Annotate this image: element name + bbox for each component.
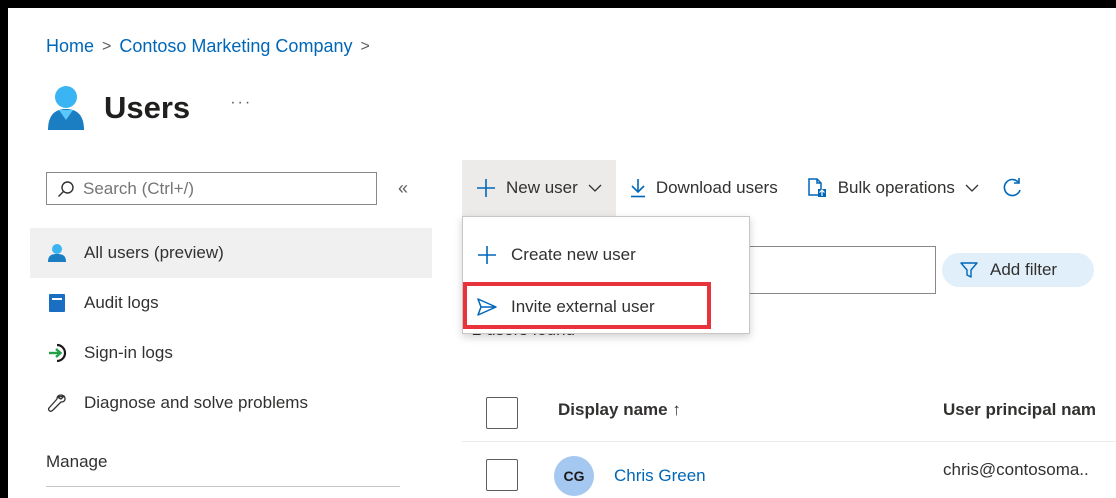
add-filter-button[interactable]: Add filter bbox=[942, 253, 1094, 287]
breadcrumb-company[interactable]: Contoso Marketing Company bbox=[119, 36, 352, 57]
refresh-icon bbox=[1001, 177, 1023, 199]
refresh-button[interactable] bbox=[993, 160, 1047, 216]
new-user-button[interactable]: New user bbox=[462, 160, 616, 216]
search-icon bbox=[58, 180, 74, 197]
sidebar-search[interactable] bbox=[46, 172, 377, 205]
select-all-checkbox[interactable] bbox=[486, 397, 518, 429]
sidebar-search-input[interactable] bbox=[83, 178, 353, 199]
section-heading-manage: Manage bbox=[46, 452, 108, 471]
page-header: Users ··· bbox=[46, 84, 252, 132]
column-header-display-name[interactable]: Display name ↑ bbox=[558, 400, 681, 420]
download-users-button[interactable]: Download users bbox=[616, 160, 792, 216]
search-users-input[interactable] bbox=[742, 246, 936, 294]
wrench-icon bbox=[46, 392, 68, 414]
avatar: CG bbox=[554, 456, 594, 496]
add-filter-label: Add filter bbox=[990, 260, 1058, 279]
new-user-label: New user bbox=[506, 178, 578, 197]
sign-in-icon bbox=[46, 342, 68, 364]
breadcrumb-home[interactable]: Home bbox=[46, 36, 94, 57]
plus-icon bbox=[477, 245, 497, 265]
sidebar-item-label: Diagnose and solve problems bbox=[84, 393, 308, 412]
row-checkbox[interactable] bbox=[486, 459, 518, 491]
user-icon bbox=[46, 242, 68, 264]
sidebar-item-audit-logs[interactable]: Audit logs bbox=[30, 278, 432, 328]
chevron-down-icon bbox=[965, 183, 979, 193]
sidebar-item-label: All users (preview) bbox=[84, 243, 224, 262]
filter-icon bbox=[960, 262, 978, 278]
plus-icon bbox=[476, 178, 496, 198]
user-icon bbox=[48, 86, 84, 130]
chevron-down-icon bbox=[588, 183, 602, 193]
sidebar-item-sign-in-logs[interactable]: Sign-in logs bbox=[30, 328, 432, 378]
sidebar-item-label: Audit logs bbox=[84, 293, 159, 312]
new-user-menu: Create new user Invite external user bbox=[462, 216, 750, 334]
create-new-user-menu-item[interactable]: Create new user bbox=[463, 229, 749, 281]
page-title: Users bbox=[104, 90, 191, 125]
user-principal-name: chris@contosoma.. bbox=[943, 460, 1089, 479]
more-options-button[interactable]: ··· bbox=[230, 94, 252, 112]
column-header-upn[interactable]: User principal nam bbox=[943, 400, 1096, 420]
divider bbox=[46, 486, 400, 487]
menu-item-label: Create new user bbox=[511, 245, 636, 264]
breadcrumb: Home > Contoso Marketing Company > bbox=[46, 36, 378, 57]
sidebar-item-diagnose[interactable]: Diagnose and solve problems bbox=[30, 378, 432, 428]
sidebar-item-label: Sign-in logs bbox=[84, 343, 173, 362]
collapse-sidebar-button[interactable]: « bbox=[398, 178, 408, 199]
bulk-operations-icon bbox=[806, 177, 828, 199]
bulk-operations-label: Bulk operations bbox=[837, 178, 955, 197]
bulk-operations-button[interactable]: Bulk operations bbox=[792, 160, 993, 216]
sidebar-item-all-users[interactable]: All users (preview) bbox=[30, 228, 432, 278]
users-page: Home > Contoso Marketing Company > Users… bbox=[8, 8, 1116, 498]
download-users-label: Download users bbox=[655, 178, 778, 197]
invite-external-user-menu-item[interactable]: Invite external user bbox=[463, 285, 749, 329]
command-bar: New user Download users Bulk operations bbox=[462, 160, 1047, 216]
audit-log-icon bbox=[46, 292, 68, 314]
user-display-name-link[interactable]: Chris Green bbox=[614, 466, 706, 486]
breadcrumb-separator: > bbox=[102, 37, 112, 55]
download-icon bbox=[630, 178, 646, 198]
menu-item-label: Invite external user bbox=[511, 297, 655, 316]
send-icon bbox=[477, 298, 497, 316]
breadcrumb-separator: > bbox=[360, 37, 370, 55]
